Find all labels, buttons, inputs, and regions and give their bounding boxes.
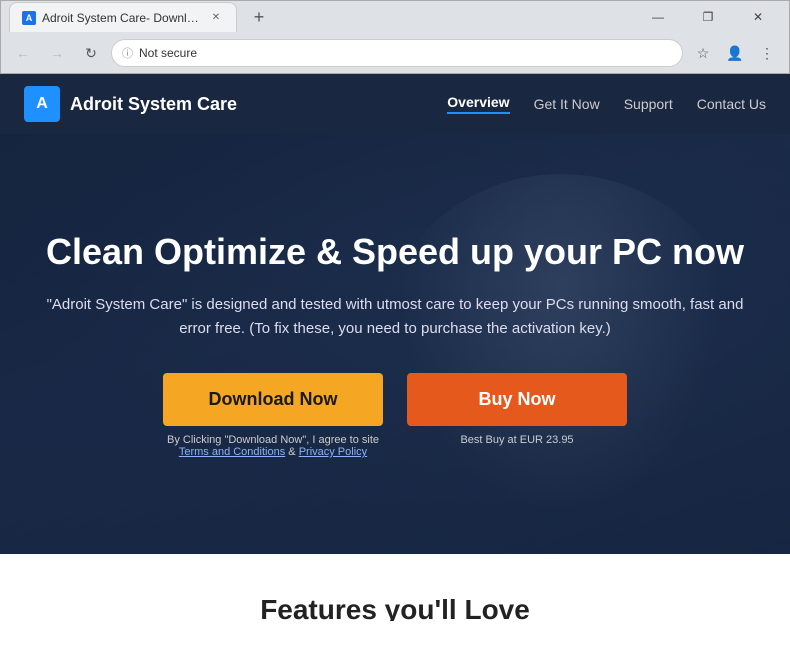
download-terms-text: By Clicking "Download Now", I agree to s… <box>167 434 379 458</box>
nav-support[interactable]: Support <box>624 96 673 112</box>
and-text: & <box>288 446 298 458</box>
buy-price-text: Best Buy at EUR 23.95 <box>460 434 573 446</box>
bookmark-icon[interactable]: ☆ <box>689 39 717 67</box>
restore-button[interactable]: ❐ <box>685 3 731 31</box>
refresh-button[interactable]: ↻ <box>77 39 105 67</box>
nav-get-it-now[interactable]: Get It Now <box>534 96 600 112</box>
site-navbar: A Adroit System Care Overview Get It Now… <box>0 74 790 134</box>
tab-title: Adroit System Care- Download … <box>42 11 202 25</box>
hero-description: "Adroit System Care" is designed and tes… <box>45 293 745 341</box>
url-text: Not secure <box>139 46 197 60</box>
brand-name: Adroit System Care <box>70 94 237 115</box>
menu-icon[interactable]: ⋮ <box>753 39 781 67</box>
back-button[interactable]: ← <box>9 39 37 67</box>
title-bar: A Adroit System Care- Download … ✕ + — ❐… <box>1 1 789 33</box>
brand: A Adroit System Care <box>24 86 237 122</box>
minimize-button[interactable]: — <box>635 3 681 31</box>
page-content: A Adroit System Care Overview Get It Now… <box>0 74 790 621</box>
features-section: Features you'll Love With Adroit System … <box>0 554 790 621</box>
terms-link[interactable]: Terms and Conditions <box>179 446 285 458</box>
close-tab-button[interactable]: ✕ <box>208 10 224 26</box>
hero-buttons: Download Now By Clicking "Download Now",… <box>45 373 745 458</box>
account-icon[interactable]: 👤 <box>721 39 749 67</box>
nav-links: Overview Get It Now Support Contact Us <box>447 94 766 114</box>
forward-button[interactable]: → <box>43 39 71 67</box>
browser-window: A Adroit System Care- Download … ✕ + — ❐… <box>0 0 790 74</box>
hero-content: Clean Optimize & Speed up your PC now "A… <box>45 230 745 458</box>
toolbar-icons: ☆ 👤 ⋮ <box>689 39 781 67</box>
download-agree-text: By Clicking "Download Now", I agree to s… <box>167 434 379 446</box>
tab-favicon: A <box>22 11 36 25</box>
hero-title: Clean Optimize & Speed up your PC now <box>45 230 745 273</box>
privacy-link[interactable]: Privacy Policy <box>299 446 367 458</box>
buy-btn-group: Buy Now Best Buy at EUR 23.95 <box>407 373 627 446</box>
window-controls: — ❐ ✕ <box>635 3 781 31</box>
features-title: Features you'll Love <box>40 594 750 621</box>
nav-overview[interactable]: Overview <box>447 94 509 114</box>
address-bar[interactable]: ⓘ Not secure <box>111 39 683 67</box>
buy-now-button[interactable]: Buy Now <box>407 373 627 426</box>
hero-section: Clean Optimize & Speed up your PC now "A… <box>0 134 790 554</box>
new-tab-button[interactable]: + <box>245 3 273 31</box>
brand-logo: A <box>24 86 60 122</box>
nav-contact-us[interactable]: Contact Us <box>697 96 766 112</box>
security-icon: ⓘ <box>122 45 133 61</box>
download-now-button[interactable]: Download Now <box>163 373 383 426</box>
address-bar-row: ← → ↻ ⓘ Not secure ☆ 👤 ⋮ <box>1 33 789 73</box>
browser-tab[interactable]: A Adroit System Care- Download … ✕ <box>9 2 237 32</box>
close-button[interactable]: ✕ <box>735 3 781 31</box>
download-btn-group: Download Now By Clicking "Download Now",… <box>163 373 383 458</box>
